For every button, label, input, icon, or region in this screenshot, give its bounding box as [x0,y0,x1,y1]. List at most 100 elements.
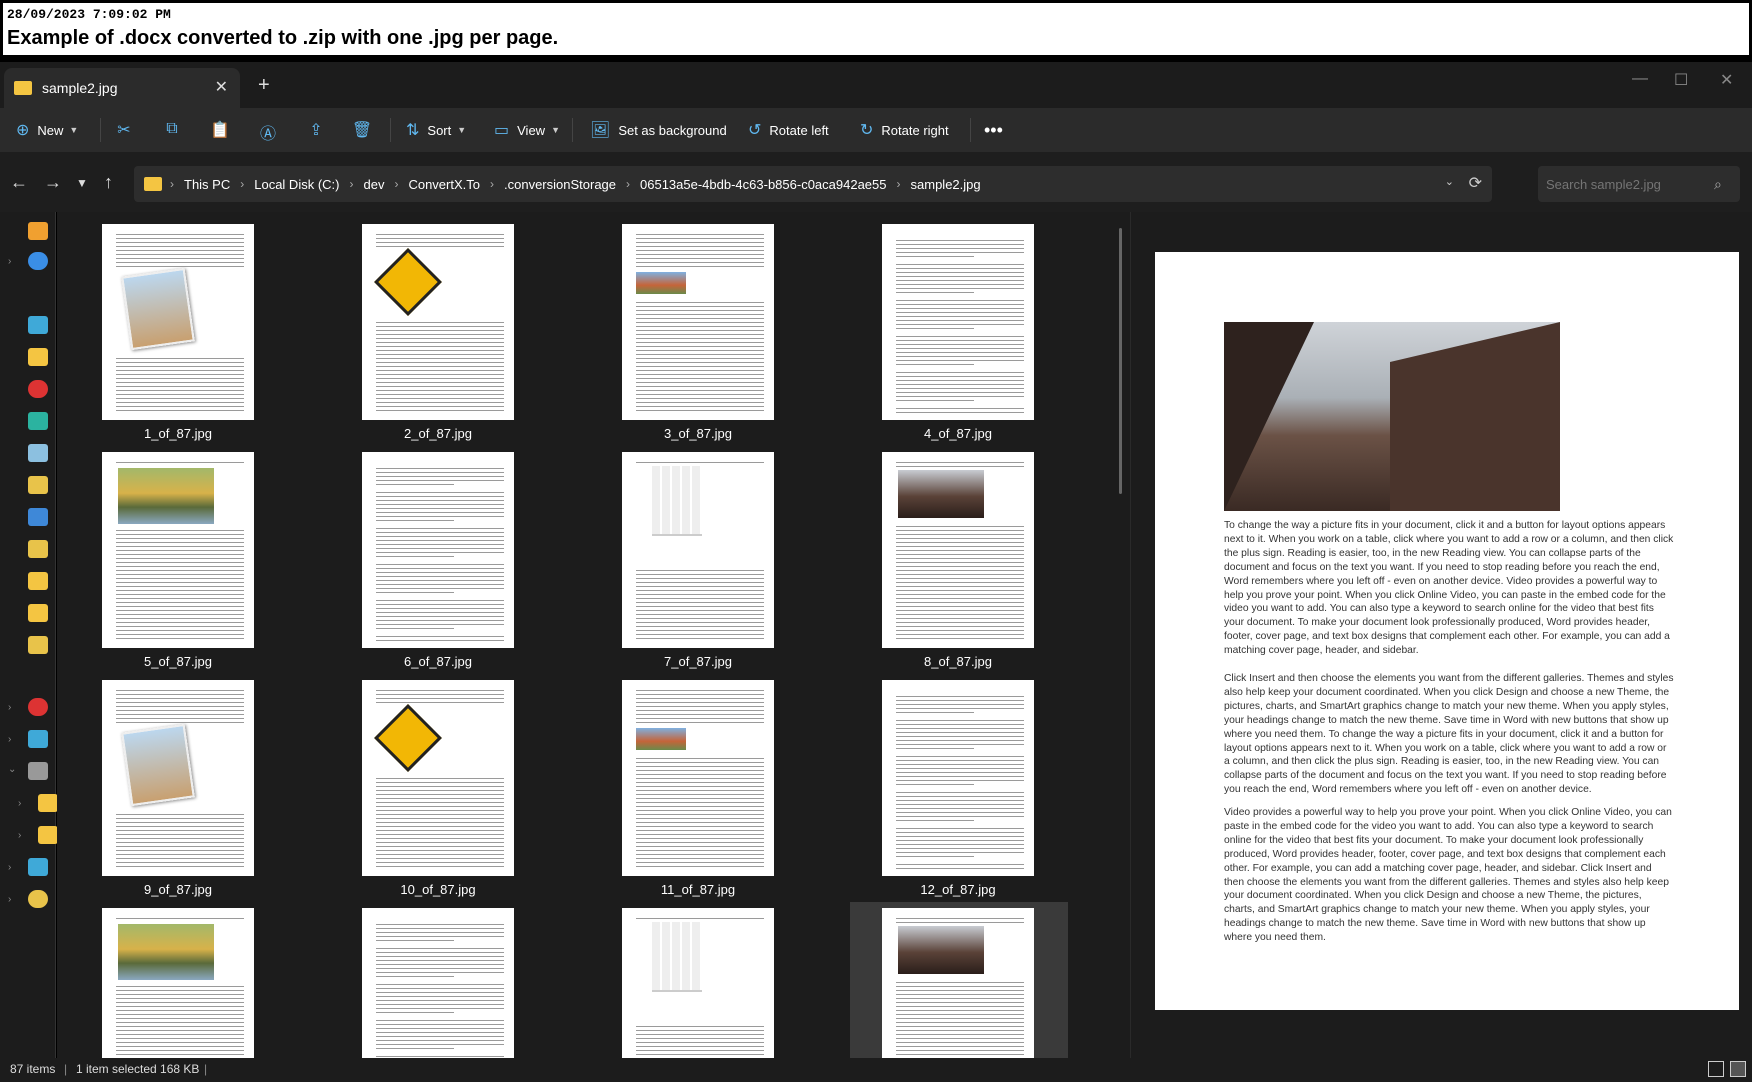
file-thumbnail[interactable] [622,680,774,876]
folder-icon[interactable] [38,794,58,812]
folder-icon[interactable] [28,604,48,622]
file-name-label[interactable]: 4_of_87.jpg [858,426,1058,441]
file-name-label[interactable]: 11_of_87.jpg [598,882,798,897]
thumbnail-text-line [116,706,244,707]
downloads-icon[interactable] [28,412,48,430]
pictures-icon[interactable] [28,508,48,526]
file-thumbnail[interactable] [102,680,254,876]
breadcrumb-guid[interactable]: 06513a5e-4bdb-4c63-b856-c0aca942ae55 [640,177,887,192]
linux-icon[interactable] [28,890,48,908]
thumbnail-text-line [896,586,1024,587]
file-name-label[interactable]: 7_of_87.jpg [598,654,798,669]
breadcrumb-local-disk[interactable]: Local Disk (C:) [254,177,339,192]
new-tab-button[interactable]: + [258,74,270,97]
app-icon[interactable] [28,380,48,398]
cut-icon[interactable]: ✂ [112,120,136,140]
search-icon[interactable]: ⌕ [1714,176,1722,193]
scrollbar[interactable] [1119,228,1122,494]
breadcrumb-convertx[interactable]: ConvertX.To [408,177,480,192]
large-icons-view-icon[interactable] [1730,1061,1746,1077]
folder-icon[interactable] [28,540,48,558]
network-icon[interactable] [28,858,48,876]
expand-icon[interactable]: › [18,798,21,809]
thumbnail-text-line [116,390,244,391]
file-thumbnail[interactable] [882,908,1034,1058]
copy-icon[interactable]: ⧉ [160,120,184,140]
file-name-label[interactable]: 9_of_87.jpg [78,882,278,897]
folder-icon[interactable] [28,476,48,494]
view-button[interactable]: ▭ View ▼ [494,108,560,152]
sort-button[interactable]: ⇅ Sort ▼ [406,108,466,152]
maximize-icon[interactable]: ☐ [1674,70,1688,90]
recent-chevron-icon[interactable]: ▼ [76,176,88,190]
folder-icon[interactable] [28,572,48,590]
set-background-button[interactable]: 🖼 Set as background [590,108,727,152]
file-thumbnail[interactable] [882,452,1034,648]
minimize-icon[interactable]: — [1632,70,1648,88]
thumbnail-text-line [636,722,764,723]
new-button[interactable]: ⊕ New ▼ [16,108,78,152]
file-name-label[interactable]: 8_of_87.jpg [858,654,1058,669]
forward-arrow-icon[interactable]: → [44,172,62,193]
rotate-left-button[interactable]: ↺ Rotate left [748,108,829,152]
file-thumbnail[interactable] [362,224,514,420]
file-name-label[interactable]: 2_of_87.jpg [338,426,538,441]
breadcrumb-conversion-storage[interactable]: .conversionStorage [504,177,616,192]
more-options-button[interactable]: ••• [984,108,1003,152]
home-icon[interactable] [28,222,48,240]
file-thumbnail[interactable] [622,908,774,1058]
file-thumbnail[interactable] [622,224,774,420]
up-arrow-icon[interactable]: ↑ [104,172,113,193]
file-name-label[interactable]: 12_of_87.jpg [858,882,1058,897]
rotate-right-button[interactable]: ↻ Rotate right [860,108,949,152]
desktop-icon[interactable] [28,316,48,334]
documents-icon[interactable] [28,444,48,462]
refresh-icon[interactable]: ⟳ [1469,173,1482,193]
file-name-label[interactable]: 5_of_87.jpg [78,654,278,669]
expand-icon[interactable]: › [8,862,11,873]
app-icon[interactable] [28,698,48,716]
chevron-down-icon[interactable]: ⌄ [1445,175,1454,188]
expand-icon[interactable]: › [8,734,11,745]
file-thumbnail[interactable] [102,224,254,420]
close-icon[interactable]: ✕ [215,77,228,97]
drive-icon[interactable] [28,762,48,780]
breadcrumb-this-pc[interactable]: This PC [184,177,230,192]
file-thumbnail[interactable] [362,680,514,876]
file-name-label[interactable]: 3_of_87.jpg [598,426,798,441]
expand-icon[interactable]: › [8,702,11,713]
file-thumbnail[interactable] [102,452,254,648]
file-name-label[interactable]: 1_of_87.jpg [78,426,278,441]
folder-icon[interactable] [28,348,48,366]
file-thumbnail[interactable] [882,224,1034,420]
delete-icon[interactable]: 🗑 [350,120,374,140]
file-thumbnail[interactable] [622,452,774,648]
collapse-icon[interactable]: ⌄ [8,764,16,775]
share-icon[interactable]: ⇪ [304,120,328,140]
folder-icon[interactable] [38,826,58,844]
paste-icon[interactable]: 📋 [208,120,232,140]
address-bar[interactable]: › This PC › Local Disk (C:) › dev › Conv… [134,166,1492,202]
file-thumbnail[interactable] [362,908,514,1058]
breadcrumb-separator-icon: › [349,177,354,191]
tab-sample2[interactable]: sample2.jpg ✕ [4,68,240,108]
breadcrumb-sample2[interactable]: sample2.jpg [911,177,981,192]
folder-icon[interactable] [28,636,48,654]
expand-icon[interactable]: › [8,894,11,905]
search-input[interactable] [1538,166,1740,202]
thumbnail-text-line [636,386,764,387]
file-thumbnail[interactable] [102,908,254,1058]
file-thumbnail[interactable] [362,452,514,648]
file-thumbnail[interactable] [882,680,1034,876]
rename-icon[interactable]: Ⓐ [256,120,280,143]
back-arrow-icon[interactable]: ← [10,172,28,193]
details-view-icon[interactable] [1708,1061,1724,1077]
expand-icon[interactable]: › [18,830,21,841]
file-name-label[interactable]: 6_of_87.jpg [338,654,538,669]
close-window-icon[interactable]: ✕ [1720,70,1733,90]
onedrive-icon[interactable] [28,252,48,270]
file-name-label[interactable]: 10_of_87.jpg [338,882,538,897]
this-pc-icon[interactable] [28,730,48,748]
expand-icon[interactable]: › [8,256,11,267]
breadcrumb-dev[interactable]: dev [363,177,384,192]
